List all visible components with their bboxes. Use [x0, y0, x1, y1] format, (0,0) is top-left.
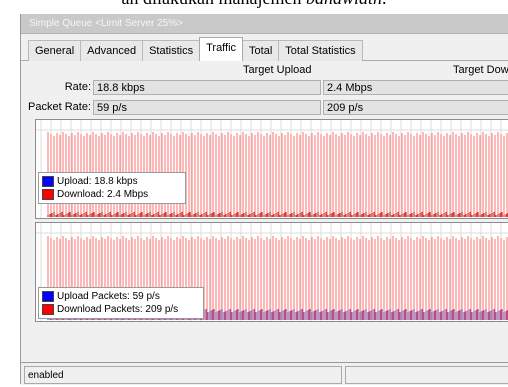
status-bar: enabled	[21, 362, 508, 385]
rate-download-field[interactable]: 2.4 Mbps	[323, 80, 508, 95]
legend-download-text: Download: 2.4 Mbps	[57, 189, 149, 200]
legend-download-packets-row: Download Packets: 209 p/s	[42, 303, 200, 316]
rate-legend: Upload: 18.8 kbps Download: 2.4 Mbps	[38, 172, 186, 204]
background-document-text: an dilakukan manajemen bandwidth.	[0, 0, 508, 9]
tab-total[interactable]: Total	[242, 40, 280, 61]
download-packets-color-swatch	[42, 304, 54, 315]
traffic-panel: Target Upload Target Dow Rate: 18.8 kbps…	[21, 61, 508, 387]
rate-graph: Upload: 18.8 kbps Download: 2.4 Mbps	[35, 119, 508, 219]
status-secondary-pane	[345, 366, 508, 384]
download-color-swatch	[42, 189, 54, 200]
upload-color-swatch	[42, 176, 54, 187]
legend-upload-packets-row: Upload Packets: 59 p/s	[42, 290, 200, 303]
status-text: enabled	[24, 366, 342, 384]
background-text-part: an dilakukan manajemen	[122, 0, 306, 8]
simple-queue-window: Simple Queue <Limit Server 25%> General A…	[20, 14, 508, 387]
window-title[interactable]: Simple Queue <Limit Server 25%>	[21, 14, 508, 34]
rate-upload-field[interactable]: 18.8 kbps	[93, 80, 321, 95]
legend-upload-row: Upload: 18.8 kbps	[42, 175, 182, 188]
upload-packets-color-swatch	[42, 291, 54, 302]
tab-traffic[interactable]: Traffic	[199, 37, 244, 61]
background-text-suffix: .	[382, 0, 387, 8]
packet-legend: Upload Packets: 59 p/s Download Packets:…	[38, 287, 204, 319]
packet-graph: Upload Packets: 59 p/s Download Packets:…	[35, 222, 508, 322]
packet-rate-download-field[interactable]: 209 p/s	[323, 100, 508, 115]
tab-bar: General Advanced Statistics Traffic Total Tot…	[21, 37, 508, 61]
legend-download-row: Download: 2.4 Mbps	[42, 188, 182, 201]
legend-upload-text: Upload: 18.8 kbps	[57, 176, 138, 187]
legend-download-packets-text: Download Packets: 209 p/s	[57, 304, 179, 315]
tab-total-statistics[interactable]: Total Statistics	[278, 40, 363, 61]
target-upload-header: Target Upload	[243, 64, 312, 76]
tab-general[interactable]: General	[28, 40, 82, 61]
background-text-italic: bandwidth	[306, 0, 382, 8]
packet-rate-label: Packet Rate:	[28, 101, 91, 113]
legend-upload-packets-text: Upload Packets: 59 p/s	[57, 291, 160, 302]
tab-statistics[interactable]: Statistics	[142, 40, 201, 61]
tab-advanced[interactable]: Advanced	[80, 40, 144, 61]
packet-rate-upload-field[interactable]: 59 p/s	[93, 100, 321, 115]
target-download-header: Target Dow	[453, 64, 508, 76]
rate-label: Rate:	[64, 81, 91, 93]
